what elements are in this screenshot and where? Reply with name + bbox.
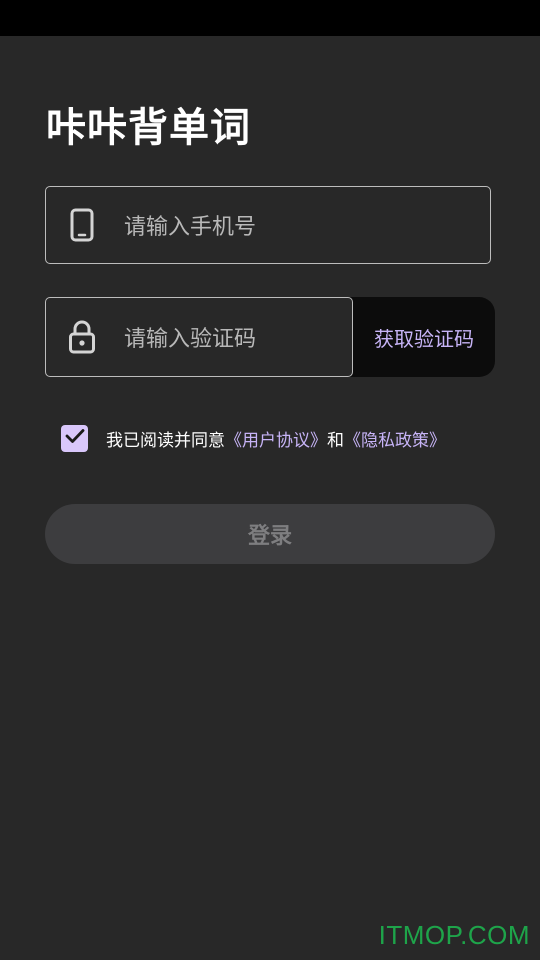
agreement-checkbox[interactable] [61,424,88,452]
privacy-policy-link[interactable]: 《隐私政策》 [344,431,446,451]
watermark: ITMOP.COM [378,920,530,950]
agreement-row: 我已阅读并同意《用户协议》和《隐私政策》 [61,424,446,452]
checkmark-icon [65,428,85,448]
verification-code-placeholder: 请输入验证码 [124,327,257,352]
phone-placeholder: 请输入手机号 [124,215,257,240]
lock-icon [68,319,96,355]
agreement-prefix: 我已阅读并同意 [106,430,225,451]
phone-input[interactable]: 请输入手机号 [45,186,491,264]
smartphone-icon [68,207,96,243]
app-title: 咔咔背单词 [46,105,251,151]
agreement-text: 我已阅读并同意《用户协议》和《隐私政策》 [106,426,446,451]
status-bar [0,0,540,36]
get-code-button[interactable]: 获取验证码 [353,297,495,377]
user-agreement-link[interactable]: 《用户协议》 [225,431,327,451]
verification-code-input[interactable]: 请输入验证码 [45,297,353,377]
verification-code-row: 请输入验证码 获取验证码 [45,297,495,377]
agreement-conjunction: 和 [327,430,344,451]
login-button[interactable]: 登录 [45,504,495,564]
